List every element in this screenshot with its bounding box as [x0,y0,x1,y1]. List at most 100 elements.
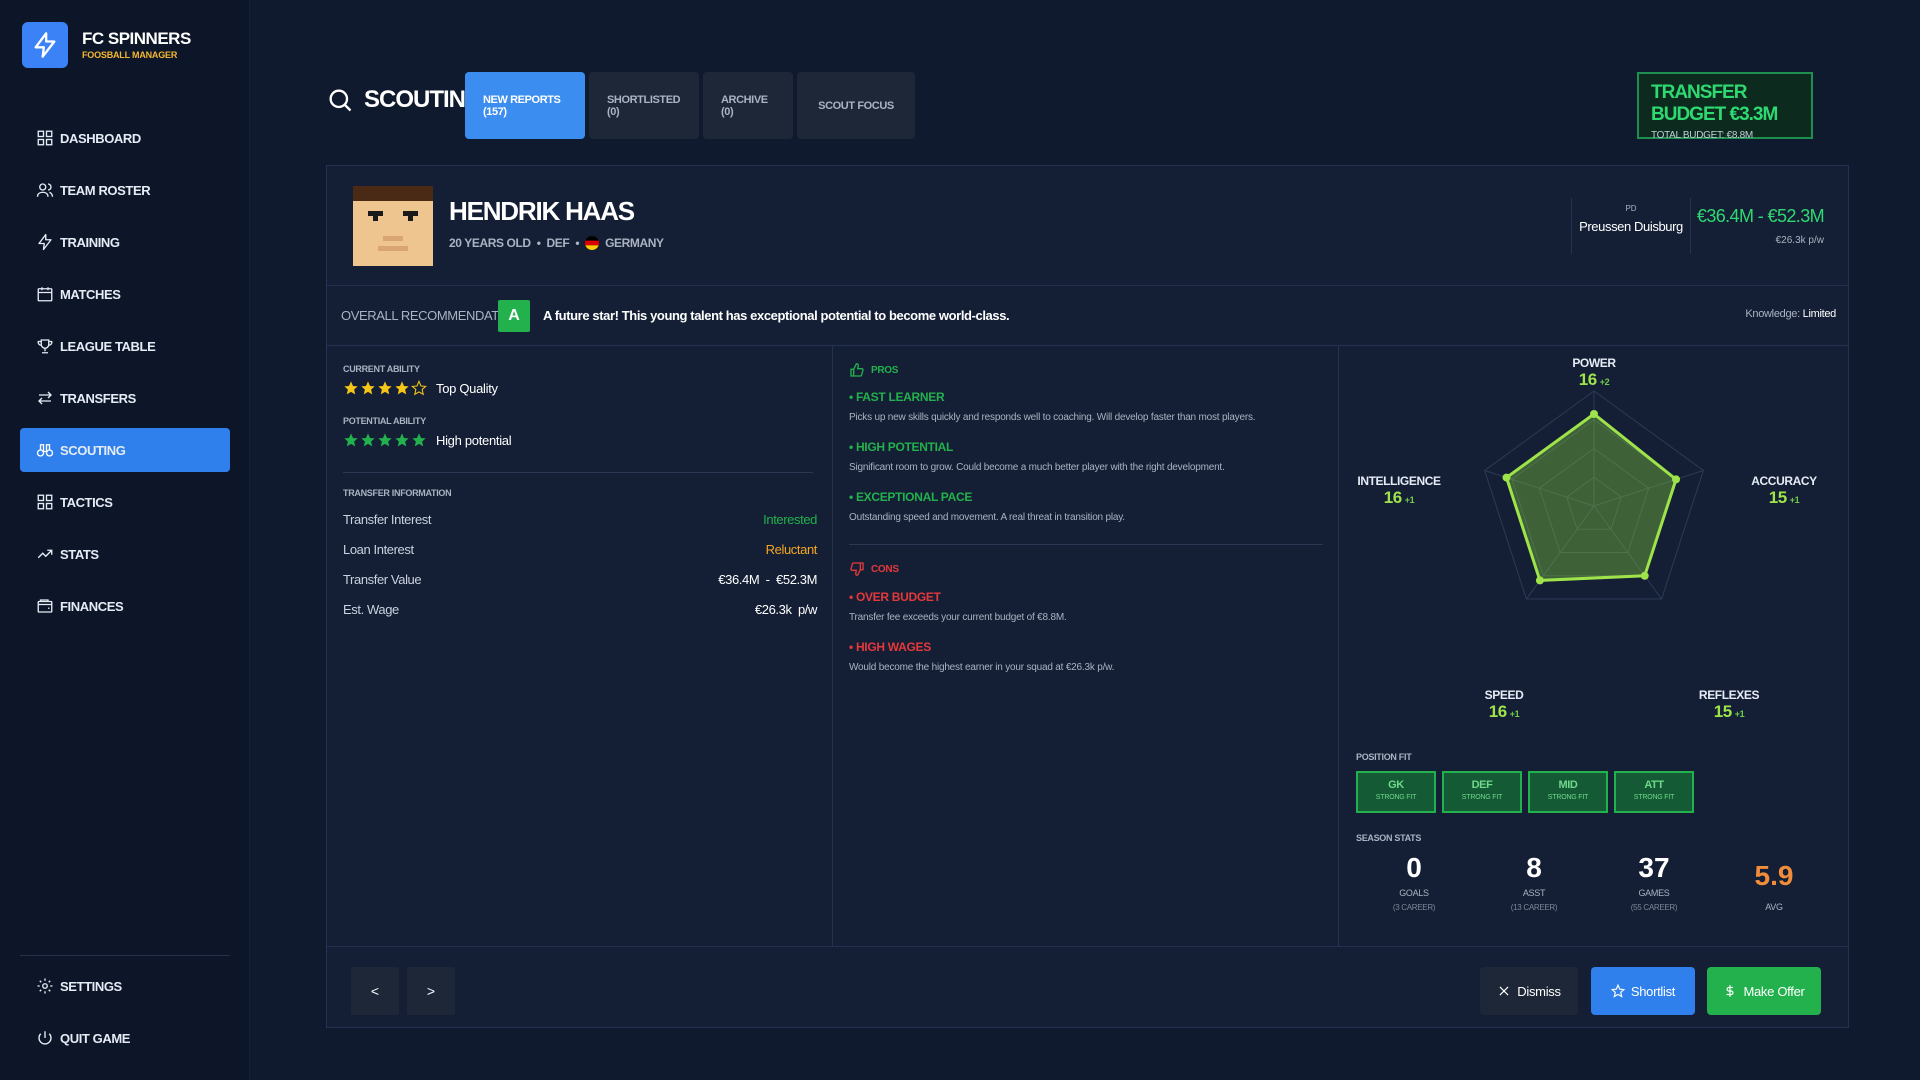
nav-item-league-table[interactable]: LEAGUE TABLE [20,324,230,368]
stat-label: GAMES [1638,888,1670,898]
thumbs-down-icon [850,562,864,576]
nav-item-finances[interactable]: FINANCES [20,584,230,628]
attr-intelligence: INTELLIGENCE 16 +1 [1349,474,1449,508]
current-ability-text: Top Quality [436,380,498,396]
attr-delta: +2 [1599,377,1610,387]
nav-item-dashboard[interactable]: DASHBOARD [20,116,230,160]
knowledge-level: Knowledge: Limited [1745,308,1836,320]
con-title-text: HIGH WAGES [855,640,931,654]
star-filled-icon [378,381,392,395]
tab-archive[interactable]: ARCHIVE (0) [703,72,793,139]
position-code: ATT [1644,779,1664,791]
total-budget: TOTAL BUDGET: €8.8M [1651,130,1753,141]
calendar-icon [37,287,53,302]
shortlist-button[interactable]: Shortlist [1591,967,1695,1015]
brand: FC SPINNERS FOOSBALL MANAGER [22,22,191,68]
position-fit-def: DEF STRONG FIT [1442,771,1522,813]
star-filled-icon [361,381,375,395]
report-footer: < > Dismiss Shortlist Make Offer [327,946,1848,1028]
tab-scout-focus[interactable]: SCOUT FOCUS [797,72,915,139]
row-label: Est. Wage [343,602,399,617]
club-name: Preussen Duisburg [1579,219,1683,234]
player-avatar [353,186,433,266]
attr-name: SPEED [1484,688,1524,702]
nav-item-tactics[interactable]: TACTICS [20,480,230,524]
row-value: Reluctant [765,542,818,557]
attributes-column: POWER 16 +2 ACCURACY 15 +1 REFLEXES 15 +… [1339,346,1850,946]
player-nationality: GERMANY [605,236,664,250]
stat-label: ASST [1522,888,1546,898]
tab-shortlisted[interactable]: SHORTLISTED (0) [589,72,699,139]
nav-item-training[interactable]: TRAINING [20,220,230,264]
row-value: €36.4M - €52.3M [718,572,817,587]
nav-label: FINANCES [60,598,124,614]
position-fit-mid: MID STRONG FIT [1528,771,1608,813]
attribute-radar-chart [1484,390,1704,600]
pros-title: PROS [871,364,899,376]
transfer-icon [38,391,52,405]
recommendation-label: OVERALL RECOMMENDATION [341,308,521,323]
page-title: SCOUTING [326,86,484,114]
radar-point [1640,571,1649,580]
tab-new-reports[interactable]: NEW REPORTS (157) [465,72,585,139]
pro-item: • HIGH POTENTIAL Significant room to gro… [849,440,1225,473]
pros-header: PROS [849,362,898,378]
nav-label: TRANSFERS [60,390,136,406]
position-fit-label: POSITION FIT [1356,752,1412,762]
grid-icon [37,494,53,510]
row-value: €26.3k p/w [754,602,817,617]
attr-reflexes: REFLEXES 15 +1 [1684,688,1774,722]
radar-point [1590,410,1598,418]
scout-report-panel: HENDRIK HAAS 20 YEARS OLD • DEF • GERMAN… [326,165,1849,1028]
con-desc: Would become the highest earner in your … [849,662,1115,673]
cons-title: CONS [871,563,899,575]
transfer-budget: TRANSFER BUDGET €3.3M TOTAL BUDGET: €8.8… [1637,72,1813,141]
stat-value: 8 [1526,852,1542,883]
shortlist-label: Shortlist [1630,983,1676,999]
nav-item-stats[interactable]: STATS [20,532,230,576]
recommendation-text: A future star! This young talent has exc… [543,308,1010,323]
attr-name: POWER [1572,356,1616,370]
row-label: Loan Interest [343,542,414,557]
stat-label: GOALS [1399,888,1429,898]
attr-value: 15 [1713,702,1733,721]
pro-title-text: EXCEPTIONAL PACE [855,490,973,504]
star-filled-icon [344,433,358,447]
nav-label: TRAINING [60,234,120,250]
stat-value: 37 [1638,852,1670,883]
radar-value-polygon [1504,412,1678,582]
star-filled-icon [395,433,409,447]
pro-title: • FAST LEARNER [849,390,945,404]
bolt-icon [38,233,52,251]
nav-item-transfers[interactable]: TRANSFERS [20,376,230,420]
brand-name: FC SPINNERS [82,29,191,48]
next-report-button[interactable]: > [407,967,455,1015]
stat-value: 0 [1406,852,1422,883]
dismiss-button[interactable]: Dismiss [1480,967,1578,1015]
attr-value: 16 [1488,702,1508,721]
nav-item-settings[interactable]: SETTINGS [20,964,230,1008]
player-position: DEF [546,236,570,250]
star-filled-icon [378,433,392,447]
stat-assists: 8 ASST (13 CAREER) [1489,852,1579,912]
nav-item-team-roster[interactable]: TEAM ROSTER [20,168,230,212]
make-offer-button[interactable]: Make Offer [1707,967,1821,1015]
trend-icon [37,549,53,559]
est-wage-row: Est. Wage €26.3k p/w [343,602,817,617]
position-fit-text: STRONG FIT [1547,794,1589,801]
player-header: HENDRIK HAAS 20 YEARS OLD • DEF • GERMAN… [327,166,1848,286]
transfer-budget-value: TRANSFER BUDGET €3.3M [1651,82,1778,125]
radar-point [1672,475,1681,484]
ability-transfer-column: CURRENT ABILITY Top Quality POTENTIAL AB… [327,346,833,946]
brand-subtitle: FOOSBALL MANAGER [82,50,178,60]
prev-report-button[interactable]: < [351,967,399,1015]
divider [849,544,1323,545]
thumbs-up-icon [850,363,864,377]
nav-item-scouting[interactable]: SCOUTING [20,428,230,472]
nav-item-quit-game[interactable]: QUIT GAME [20,1016,230,1060]
nav-item-matches[interactable]: MATCHES [20,272,230,316]
attr-accuracy: ACCURACY 15 +1 [1739,474,1829,508]
star-icon [1610,984,1625,998]
star-filled-icon [412,433,426,447]
player-age: 20 YEARS OLD [449,236,531,250]
